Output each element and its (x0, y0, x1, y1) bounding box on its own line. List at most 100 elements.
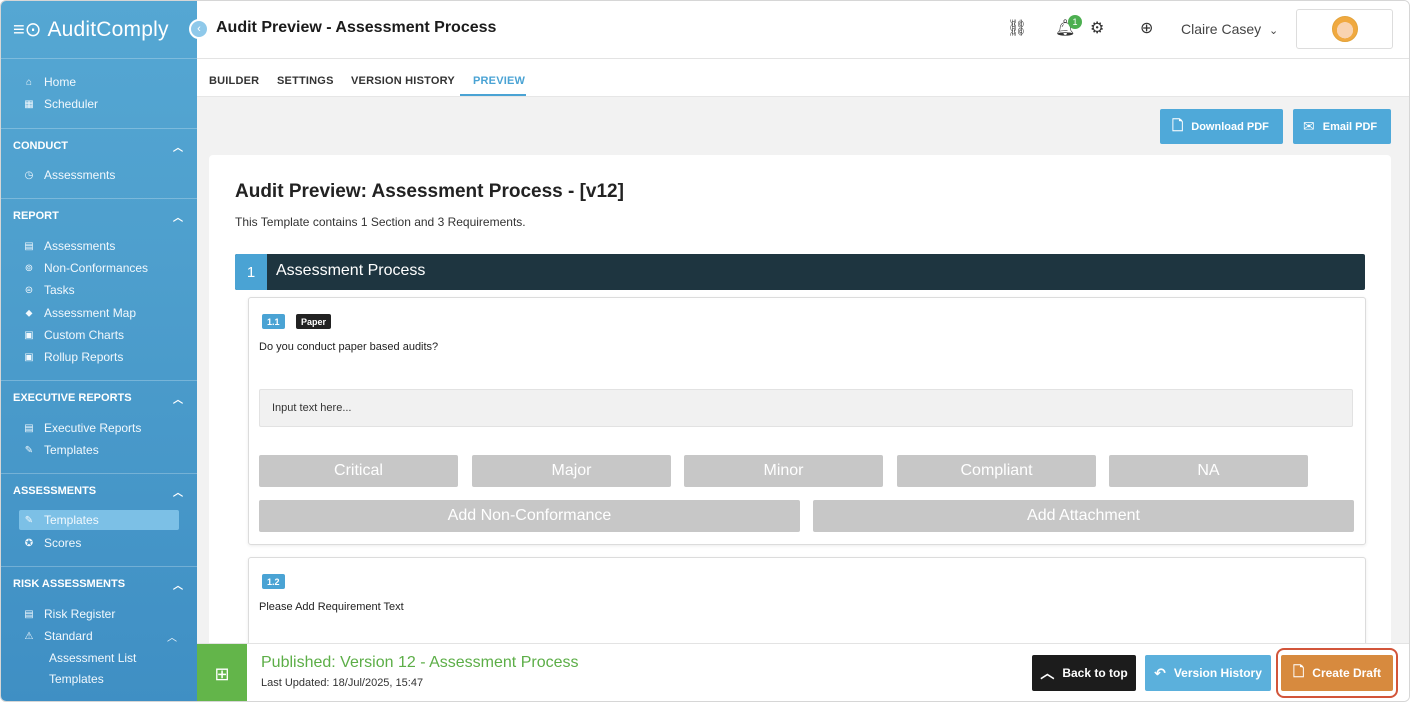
sidebar-item-scores[interactable]: ✪ Scores (23, 533, 82, 553)
avatar-image (1331, 16, 1358, 42)
sidebar-section-assessments[interactable]: ASSESSMENTS ︿ (1, 481, 197, 501)
clock-icon: ◷ (24, 169, 34, 181)
chevron-up-icon: ︿ (173, 580, 183, 592)
section-number: 1 (235, 254, 267, 290)
sidebar-item-assessment-templates[interactable]: ✎ Templates (19, 510, 179, 530)
file-icon: 🗋︎ (1172, 116, 1184, 133)
logo-icon: ≡⊙ (13, 19, 42, 41)
link-icon[interactable]: ⛓ (1007, 18, 1027, 38)
requirement-response-input[interactable]: Input text here... (259, 389, 1353, 427)
section-header[interactable]: 1 Assessment Process (235, 254, 1365, 290)
calendar-icon: ▦ (24, 98, 34, 110)
sidebar-item-risk-register[interactable]: ▤ Risk Register (23, 604, 115, 624)
sidebar-subitem-templates[interactable]: Templates (49, 669, 104, 689)
download-pdf-button[interactable]: 🗋︎ Download PDF (1160, 109, 1283, 144)
grade-minor-button[interactable]: Minor (684, 455, 883, 487)
add-attachment-button[interactable]: Add Attachment (813, 500, 1354, 532)
mail-icon: ✉ (1303, 118, 1315, 134)
download-pdf-label: Download PDF (1191, 120, 1269, 133)
sidebar-divider (1, 128, 197, 129)
preview-summary: This Template contains 1 Section and 3 R… (235, 215, 526, 229)
requirement-number-badge: 1.1 (262, 314, 285, 329)
logo-text: AuditComply (47, 17, 169, 41)
sidebar-item-executive-reports[interactable]: ▤ Executive Reports (23, 418, 141, 438)
app-logo[interactable]: ≡⊙ AuditComply (1, 1, 197, 59)
sidebar-item-conduct-assessments[interactable]: ◷ Assessments (23, 165, 116, 185)
sidebar-item-report-assessments[interactable]: ▤ Assessments (23, 236, 115, 256)
sidebar-divider (1, 566, 197, 567)
sidebar-item-non-conformances[interactable]: ⊚ Non-Conformances (23, 258, 148, 278)
version-history-button[interactable]: ↶ Version History (1145, 655, 1271, 691)
tab-builder[interactable]: BUILDER (209, 75, 259, 87)
sidebar-section-risk-assessments[interactable]: RISK ASSESSMENTS ︿ (1, 574, 197, 594)
sidebar-item-label: Standard (44, 629, 93, 643)
tab-settings[interactable]: SETTINGS (277, 75, 334, 87)
published-status-text: Published: Version 12 - Assessment Proce… (261, 654, 579, 671)
edit-icon: ✎ (24, 514, 34, 526)
page-title: Audit Preview - Assessment Process (216, 19, 497, 36)
sidebar-item-scheduler[interactable]: ▦ Scheduler (23, 94, 98, 114)
sidebar-item-label: Home (44, 75, 77, 89)
sidebar: ≡⊙ AuditComply ⌂ Home ▦ Scheduler CONDUC… (1, 1, 197, 701)
avatar[interactable] (1296, 9, 1393, 49)
tab-preview[interactable]: PREVIEW (473, 75, 525, 87)
version-history-label: Version History (1173, 666, 1262, 680)
user-name: Claire Casey (1181, 21, 1262, 37)
sidebar-item-label: Templates (44, 443, 99, 457)
chart-icon: ▣ (24, 329, 34, 341)
file-plus-icon: ⊞ (214, 663, 230, 684)
list-icon: ▤ (24, 608, 34, 620)
sidebar-item-home[interactable]: ⌂ Home (23, 72, 76, 92)
email-pdf-button[interactable]: ✉ Email PDF (1293, 109, 1391, 144)
section-title: ASSESSMENTS (13, 485, 97, 497)
sidebar-divider (1, 380, 197, 381)
chevron-up-icon: ︿ (173, 394, 183, 406)
grade-critical-button[interactable]: Critical (259, 455, 458, 487)
add-non-conformance-button[interactable]: Add Non-Conformance (259, 500, 800, 532)
active-tab-indicator (460, 94, 526, 96)
list-icon: ▤ (24, 240, 34, 252)
requirement-tag-badge: Paper (296, 314, 332, 329)
tab-bar: BUILDER SETTINGS VERSION HISTORY PREVIEW (197, 59, 1409, 97)
grade-major-button[interactable]: Major (472, 455, 671, 487)
sidebar-section-executive-reports[interactable]: EXECUTIVE REPORTS ︿ (1, 388, 197, 408)
chart-icon: ▣ (24, 351, 34, 363)
sidebar-item-custom-charts[interactable]: ▣ Custom Charts (23, 325, 124, 345)
sidebar-item-tasks[interactable]: ⊜ Tasks (23, 280, 75, 300)
sidebar-item-standard[interactable]: ⚠ Standard ︿ (23, 626, 183, 646)
sidebar-item-rollup-reports[interactable]: ▣ Rollup Reports (23, 347, 123, 367)
grade-na-button[interactable]: NA (1109, 455, 1308, 487)
tasks-icon: ⊜ (24, 284, 34, 296)
sidebar-section-conduct[interactable]: CONDUCT ︿ (1, 136, 197, 156)
sidebar-item-assessment-map[interactable]: ⬥ Assessment Map (23, 303, 137, 323)
back-to-top-label: Back to top (1062, 666, 1128, 680)
sidebar-item-executive-templates[interactable]: ✎ Templates (23, 440, 99, 460)
requirement-text: Please Add Requirement Text (259, 601, 404, 613)
sidebar-collapse-button[interactable]: ‹ (189, 19, 209, 39)
undo-icon: ↶ (1154, 664, 1166, 681)
sidebar-item-label: Scheduler (44, 97, 99, 111)
app-window: ≡⊙ AuditComply ⌂ Home ▦ Scheduler CONDUC… (0, 0, 1410, 702)
notification-badge: 1 (1068, 15, 1082, 29)
award-icon: ✪ (24, 537, 34, 549)
section-title: EXECUTIVE REPORTS (13, 392, 132, 404)
requirement-card: 1.1 Paper Do you conduct paper based aud… (248, 297, 1366, 545)
last-updated-text: Last Updated: 18/Jul/2025, 15:47 (261, 677, 424, 689)
back-to-top-button[interactable]: ︿ Back to top (1032, 655, 1136, 691)
sidebar-section-report[interactable]: REPORT ︿ (1, 206, 197, 226)
gear-icon[interactable]: ⚙ (1090, 18, 1104, 38)
preview-title: Audit Preview: Assessment Process - [v12… (235, 181, 624, 202)
grade-compliant-button[interactable]: Compliant (897, 455, 1096, 487)
sidebar-item-label: Rollup Reports (44, 350, 124, 364)
list-icon: ▤ (24, 422, 34, 434)
section-title: RISK ASSESSMENTS (13, 578, 126, 590)
chevron-down-icon: ⌄ (1269, 25, 1279, 37)
sidebar-item-label: Custom Charts (44, 328, 125, 342)
globe-icon[interactable]: ⊕ (1140, 18, 1153, 38)
chevron-up-icon: ︿ (1040, 665, 1055, 681)
user-menu[interactable]: Claire Casey ⌄ (1181, 21, 1278, 37)
tab-version-history[interactable]: VERSION HISTORY (351, 75, 455, 87)
sidebar-item-label: Templates (44, 513, 99, 527)
sidebar-subitem-assessment-list[interactable]: Assessment List (49, 648, 136, 668)
published-status-icon: ⊞ (197, 644, 247, 701)
